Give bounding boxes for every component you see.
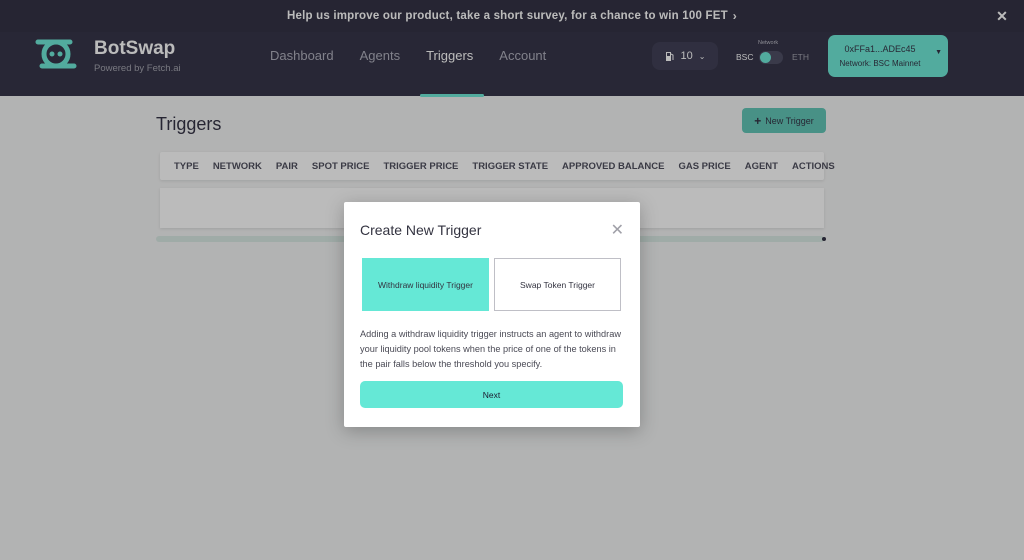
next-button[interactable]: Next xyxy=(360,381,623,408)
swap-token-label: Swap Token Trigger xyxy=(520,279,595,290)
next-label: Next xyxy=(482,389,501,400)
withdraw-liquidity-label: Withdraw liquidity Trigger xyxy=(378,279,473,290)
modal-title: Create New Trigger xyxy=(360,222,482,238)
trigger-description: Adding a withdraw liquidity trigger inst… xyxy=(360,329,621,369)
swap-token-option[interactable]: Swap Token Trigger xyxy=(494,258,621,311)
create-trigger-modal: Create New Trigger ✕ Withdraw liquidity … xyxy=(344,202,640,427)
withdraw-liquidity-option[interactable]: Withdraw liquidity Trigger xyxy=(362,258,489,311)
close-icon[interactable]: ✕ xyxy=(611,220,624,240)
